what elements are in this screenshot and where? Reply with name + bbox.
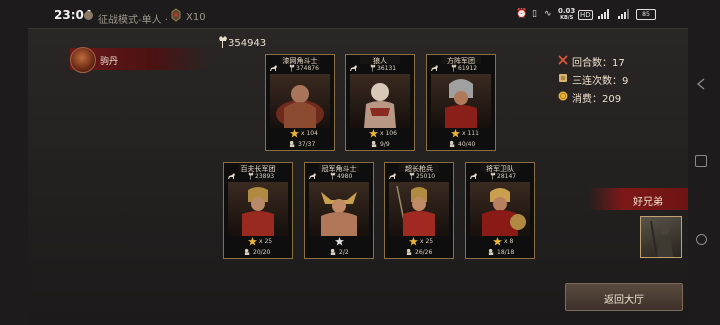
power-icon (451, 64, 457, 72)
troops-icon (330, 248, 336, 255)
unit-count: x 25 (259, 238, 273, 245)
player-name: 驹丹 (100, 57, 119, 67)
signal-icon (618, 9, 629, 19)
power-icon (289, 64, 295, 72)
unit-troops: 26/26 (415, 249, 433, 256)
horse-icon (389, 173, 396, 179)
wifi-icon: ∿ (544, 9, 552, 19)
unit-count: x 106 (380, 130, 397, 137)
troops-icon (449, 140, 455, 147)
ticket-icon (171, 8, 181, 22)
unit-card[interactable]: 漆网角斗士 374876 x 104 37/37 (265, 54, 335, 151)
unit-power: 36131 (377, 65, 397, 72)
signal-icon (598, 9, 609, 19)
power-icon (490, 172, 496, 180)
troops-icon (289, 140, 295, 147)
unit-portrait (309, 182, 369, 236)
troops-icon (406, 248, 412, 255)
unit-count: x 104 (301, 130, 318, 137)
troops-icon (244, 248, 250, 255)
unit-card[interactable]: 狼人 36131 x 106 9/9 (345, 54, 415, 151)
power-icon (409, 172, 415, 180)
unit-troops: 40/40 (458, 141, 476, 148)
unit-card[interactable]: 超长枪兵 25010 x 25 26/26 (384, 162, 454, 259)
horse-icon (270, 65, 277, 71)
power-icon (330, 172, 336, 180)
home-nav-icon[interactable] (695, 155, 707, 167)
avatar[interactable] (70, 47, 96, 73)
vibrate-icon: ▯ (532, 9, 537, 19)
total-power: 354943 (228, 38, 267, 49)
stat-rounds: 回合数：17 (558, 54, 628, 72)
horse-icon (431, 65, 438, 71)
mode-label: 征战模式-单人 · (98, 15, 168, 26)
star-icon (409, 237, 418, 246)
unit-power: 23893 (255, 173, 275, 180)
unit-troops: 9/9 (380, 141, 390, 148)
unit-portrait (470, 182, 530, 236)
return-lobby-button[interactable]: 返回大厅 (565, 283, 683, 311)
unit-portrait (431, 74, 491, 128)
troops-icon (488, 248, 494, 255)
stat-cost: 消费：209 (558, 90, 628, 108)
unit-portrait (350, 74, 410, 128)
horse-icon (309, 173, 316, 179)
unit-portrait (270, 74, 330, 128)
ticket-count: X10 (186, 12, 206, 23)
troops-icon (371, 140, 377, 147)
stat-streak: 三连次数：9 (558, 72, 628, 90)
power-icon (370, 64, 376, 72)
unit-portrait (389, 182, 449, 236)
unit-power: 25010 (416, 173, 436, 180)
hd-badge: HD (578, 10, 593, 20)
unit-power: 4980 (337, 173, 353, 180)
status-bar: 23:04 征战模式-单人 · X10 ⏰ ▯ ∿ 0.03 KB/S HD 8… (0, 0, 720, 28)
unit-troops: 2/2 (339, 249, 349, 256)
unit-power: 28147 (497, 173, 517, 180)
unit-portrait (228, 182, 288, 236)
power-icon (219, 36, 227, 48)
friend-avatar[interactable] (640, 216, 682, 258)
match-stats: 回合数：17 三连次数：9 消费：209 (558, 54, 628, 108)
network-speed: 0.03 KB/S (558, 7, 576, 22)
unit-troops: 37/37 (298, 141, 316, 148)
unit-card[interactable]: 冠军角斗士 4980 2/2 (304, 162, 374, 259)
unit-count: x 8 (504, 238, 514, 245)
unit-troops: 20/20 (253, 249, 271, 256)
star-icon (248, 237, 257, 246)
horse-icon (228, 173, 235, 179)
recent-nav-icon[interactable] (696, 234, 707, 245)
unit-card[interactable]: 将军卫队 28147 x 8 18/18 (465, 162, 535, 259)
return-lobby-label: 返回大厅 (604, 295, 644, 306)
unit-troops: 18/18 (497, 249, 515, 256)
friend-portrait (650, 220, 673, 258)
unit-count: x 25 (420, 238, 434, 245)
coin-icon (558, 91, 568, 101)
star-icon (451, 129, 460, 138)
unit-card[interactable]: 百夫长军团 23893 x 25 20/20 (223, 162, 293, 259)
unit-count: x 111 (462, 130, 479, 137)
battery-indicator: 85 (636, 9, 656, 20)
horse-icon (350, 65, 357, 71)
mode-icon (84, 11, 93, 20)
unit-power: 61912 (458, 65, 478, 72)
horse-icon (470, 173, 477, 179)
crossed-swords-icon (558, 55, 568, 65)
star-icon (493, 237, 502, 246)
unit-card[interactable]: 方阵军团 61912 x 111 40/40 (426, 54, 496, 151)
star-icon (290, 129, 299, 138)
star-icon (335, 237, 344, 246)
star-icon (369, 129, 378, 138)
back-nav-icon[interactable] (696, 78, 706, 90)
scroll-icon (559, 74, 567, 82)
alarm-icon: ⏰ (516, 9, 528, 19)
power-icon (248, 172, 254, 180)
unit-power: 374876 (296, 65, 319, 72)
friend-label: 好兄弟 (633, 197, 663, 208)
